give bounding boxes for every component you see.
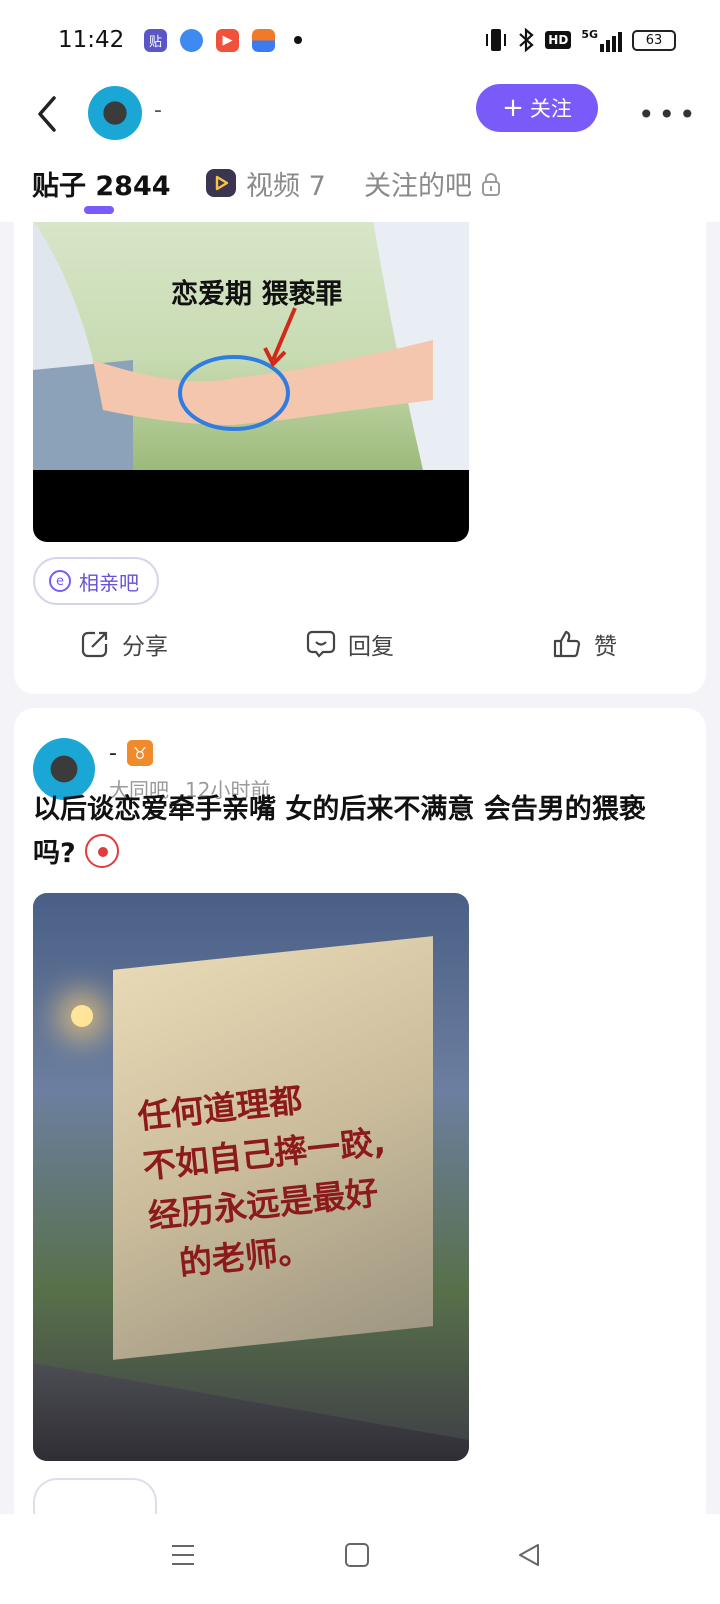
- post-actions: 分享 回复 赞: [14, 614, 706, 674]
- more-dot-icon: [294, 36, 302, 44]
- image-caption: 恋爱期 猥亵罪: [171, 279, 343, 310]
- author-name-row[interactable]: - ♉: [109, 740, 153, 766]
- post-title-text: 以后谈恋爱牵手亲嘴 女的后来不满意 会告男的猥亵吗?: [33, 794, 646, 869]
- share-button[interactable]: 分享: [80, 614, 168, 674]
- battery-level: 63: [645, 32, 663, 48]
- notification-icons: 贴 ▶: [144, 28, 302, 52]
- menu-icon[interactable]: [170, 1542, 196, 1568]
- network-type: 5G: [581, 28, 598, 41]
- like-label: 赞: [594, 634, 617, 660]
- system-nav-bar: [0, 1514, 720, 1604]
- hd-badge: HD: [545, 31, 572, 49]
- image-scene: 恋爱期 猥亵罪: [33, 220, 469, 470]
- street-lamp-icon: [71, 1005, 93, 1027]
- post-card[interactable]: - ♉ 大同吧 12小时前 以后谈恋爱牵手亲嘴 女的后来不满意 会告男的猥亵吗? …: [14, 708, 706, 1528]
- post-card[interactable]: 恋爱期 猥亵罪 e 相亲吧 分享 回复 赞: [14, 200, 706, 694]
- tab-active-indicator: [84, 206, 114, 214]
- taurus-badge-icon: ♉: [126, 740, 153, 766]
- profile-header: - + 关注 ••• 贴子 2844 视频 7 关注的吧: [0, 80, 720, 222]
- tab-followed-forums-label: 关注的吧: [364, 171, 472, 202]
- tab-videos[interactable]: 视频 7: [204, 164, 326, 203]
- reply-button[interactable]: 回复: [306, 614, 394, 674]
- share-label: 分享: [122, 634, 168, 660]
- tab-videos-label: 视频 7: [246, 171, 326, 202]
- post-image[interactable]: 任何道理都 不如自己摔一跤, 经历永远是最好 的老师。: [33, 893, 469, 1461]
- browser-app-icon: [180, 28, 203, 52]
- follow-button[interactable]: + 关注: [476, 84, 598, 132]
- lock-icon: [482, 172, 500, 196]
- vibrate-icon: [486, 29, 507, 51]
- status-bar: 11:42 贴 ▶ HD 5G 63: [0, 0, 720, 80]
- video-tab-icon: [206, 168, 236, 197]
- share-icon: [81, 631, 108, 658]
- reply-label: 回复: [348, 634, 394, 660]
- follow-label: 关注: [529, 97, 572, 121]
- avatar[interactable]: [88, 86, 142, 140]
- status-time: 11:42: [58, 27, 125, 53]
- more-options-icon[interactable]: •••: [638, 98, 700, 131]
- plus-icon: +: [502, 93, 524, 123]
- tab-followed-forums[interactable]: 关注的吧: [364, 164, 502, 203]
- signal-icon: 5G: [581, 28, 622, 52]
- tab-posts-label: 贴子 2844: [32, 171, 171, 202]
- video-app-icon: ▶: [216, 28, 239, 52]
- thumbs-up-icon: [553, 630, 581, 658]
- battery-icon: 63: [632, 29, 676, 51]
- like-button[interactable]: 赞: [552, 614, 617, 674]
- clown-emoji-icon: [85, 834, 120, 868]
- forum-tag-label: 相亲吧: [79, 570, 139, 595]
- header-username: -: [154, 98, 162, 123]
- comment-icon: [306, 630, 336, 658]
- author-name: -: [109, 740, 117, 766]
- back-triangle-icon[interactable]: [516, 1542, 542, 1568]
- tab-posts[interactable]: 贴子 2844: [32, 164, 171, 203]
- bluetooth-icon: [519, 27, 534, 53]
- home-square-icon[interactable]: [344, 1542, 370, 1568]
- back-arrow-icon[interactable]: [32, 92, 62, 136]
- image-wall-text: 任何道理都 不如自己摔一跤, 经历永远是最好 的老师。: [135, 1066, 405, 1291]
- forum-icon: e: [49, 570, 71, 592]
- forum-tag[interactable]: e 相亲吧: [33, 557, 159, 605]
- wallet-app-icon: [252, 28, 275, 52]
- system-indicators: HD 5G 63: [485, 27, 676, 53]
- post-title[interactable]: 以后谈恋爱牵手亲嘴 女的后来不满意 会告男的猥亵吗?: [33, 788, 673, 876]
- tieba-app-icon: 贴: [144, 28, 167, 52]
- post-image[interactable]: 恋爱期 猥亵罪: [33, 220, 469, 542]
